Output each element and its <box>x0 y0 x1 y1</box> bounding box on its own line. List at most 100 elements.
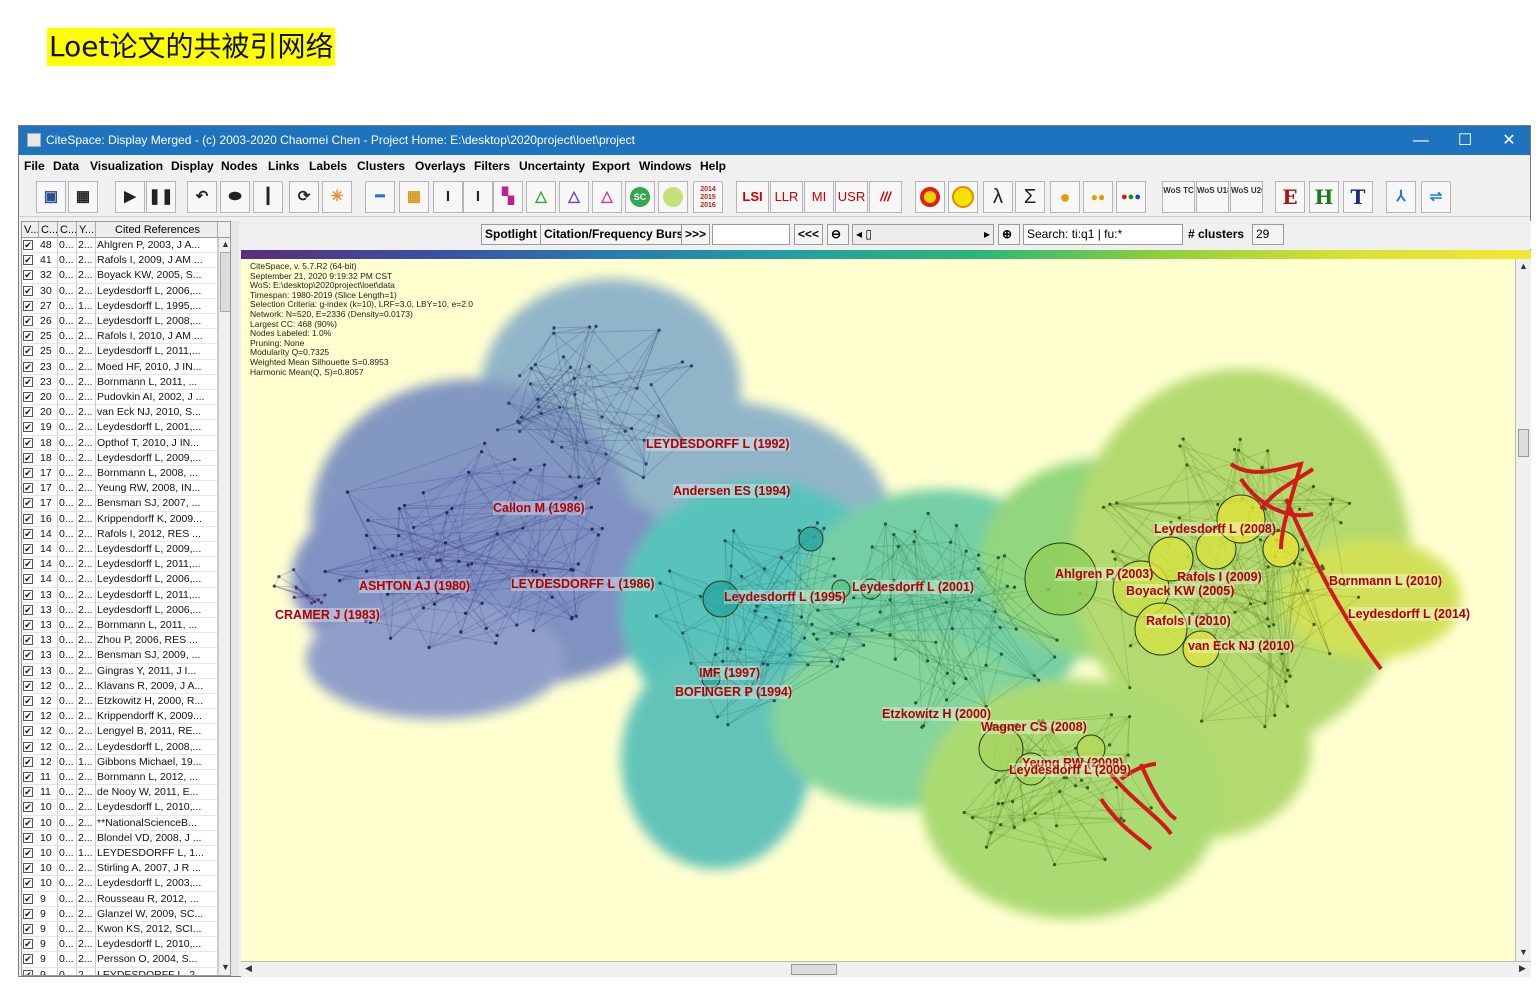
search-field[interactable]: Search: ti:q1 | fu:* <box>1023 224 1183 245</box>
row-checkbox[interactable]: ✔ <box>23 756 33 767</box>
row-checkbox[interactable]: ✔ <box>23 437 33 448</box>
citation-burst-button[interactable]: Citation/Frequency Burst <box>540 224 692 245</box>
table-row[interactable]: ✔ 16 0... 2... Krippendorff K, 2009... <box>22 511 218 527</box>
row-checkbox[interactable]: ✔ <box>23 863 33 874</box>
menu-clusters[interactable]: Clusters <box>357 155 405 177</box>
table-row[interactable]: ✔ 14 0... 2... Rafols I, 2012, RES ... <box>22 526 218 542</box>
row-checkbox[interactable]: ✔ <box>23 498 33 509</box>
panel-splitter[interactable] <box>231 221 239 976</box>
node-label[interactable]: Andersen ES (1994) <box>673 484 791 498</box>
row-checkbox[interactable]: ✔ <box>23 270 33 281</box>
row-checkbox[interactable]: ✔ <box>23 635 33 646</box>
table-row[interactable]: ✔ 10 0... 2... Leydesdorff L, 2010,... <box>22 800 218 816</box>
network-canvas[interactable]: CiteSpace, v. 5.7.R2 (64-bit) September 2… <box>241 259 1515 961</box>
table-row[interactable]: ✔ 9 0... 2... Kwon KS, 2012, SCI... <box>22 922 218 938</box>
node-label[interactable]: van Eck NJ (2010) <box>1188 639 1295 653</box>
row-checkbox[interactable]: ✔ <box>23 574 33 585</box>
table-row[interactable]: ✔ 20 0... 2... Pudovkin AI, 2002, J ... <box>22 390 218 406</box>
save-icon[interactable]: ▣ <box>36 181 66 213</box>
table-row[interactable]: ✔ 26 0... 2... Leydesdorff L, 2008,... <box>22 314 218 330</box>
i-beam-box-icon[interactable]: I <box>433 181 463 213</box>
close-button[interactable]: ✕ <box>1487 126 1531 155</box>
table-row[interactable]: ✔ 9 0... 2... Persson O, 2004, S... <box>22 952 218 968</box>
grid-icon[interactable]: ▦ <box>399 181 429 213</box>
table-row[interactable]: ✔ 14 0... 2... Leydesdorff L, 2011,... <box>22 557 218 573</box>
table-row[interactable]: ✔ 13 0... 2... Bensman SJ, 2009, ... <box>22 648 218 664</box>
node-label[interactable]: Leydesdorff L (2014) <box>1348 607 1471 621</box>
row-checkbox[interactable]: ✔ <box>23 878 33 889</box>
row-checkbox[interactable]: ✔ <box>23 407 33 418</box>
row-checkbox[interactable]: ✔ <box>23 696 33 706</box>
row-checkbox[interactable]: ✔ <box>23 969 33 975</box>
zoom-slider[interactable]: ◂ ▯ ▸ <box>852 224 994 245</box>
node-label[interactable]: Callon M (1986) <box>493 501 585 515</box>
canvas-vertical-scrollbar[interactable]: ▲ ▼ <box>1515 259 1531 961</box>
line-icon[interactable]: ━ <box>365 181 395 213</box>
row-checkbox[interactable]: ✔ <box>23 787 33 798</box>
lambda-icon[interactable]: λ <box>983 181 1013 213</box>
menu-overlays[interactable]: Overlays <box>415 155 466 177</box>
table-row[interactable]: ✔ 13 0... 2... Zhou P, 2006, RES ... <box>22 633 218 649</box>
filter-field[interactable] <box>712 224 790 245</box>
menu-filters[interactable]: Filters <box>474 155 510 177</box>
table-row[interactable]: ✔ 9 0... 2... Glanzel W, 2009, SC... <box>22 906 218 922</box>
h-button[interactable]: H <box>1309 181 1339 213</box>
magnifier-icon[interactable]: ● <box>1050 181 1080 213</box>
table-row[interactable]: ✔ 27 0... 1... Leydesdorff L, 1995,... <box>22 298 218 314</box>
node-label[interactable]: Bornmann L (2010) <box>1329 574 1442 588</box>
row-checkbox[interactable]: ✔ <box>23 468 33 478</box>
row-checkbox[interactable]: ✔ <box>23 316 33 326</box>
row-checkbox[interactable]: ✔ <box>23 544 33 554</box>
node-label[interactable]: LEYDESDORFF L (1986) <box>511 577 655 591</box>
wos-u180-button[interactable]: WoS U180 <box>1196 181 1229 213</box>
menu-display[interactable]: Display <box>171 155 214 177</box>
clusters-icon[interactable]: ▚ <box>493 181 523 213</box>
triangle-b-icon[interactable]: △ <box>559 181 589 213</box>
table-row[interactable]: ✔ 25 0... 2... Leydesdorff L, 2011,... <box>22 344 218 360</box>
usr-button[interactable]: USR <box>835 181 868 213</box>
table-row[interactable]: ✔ 17 0... 2... Bensman SJ, 2007, ... <box>22 496 218 512</box>
canvas-horizontal-scrollbar[interactable]: ◀ ▶ <box>241 961 1531 977</box>
table-row[interactable]: ✔ 23 0... 2... Moed HF, 2010, J IN... <box>22 359 218 375</box>
row-checkbox[interactable]: ✔ <box>23 832 33 843</box>
tree-icon[interactable]: ⅄ <box>1386 181 1416 213</box>
menu-help[interactable]: Help <box>700 155 726 177</box>
row-checkbox[interactable]: ✔ <box>23 483 33 494</box>
table-row[interactable]: ✔ 13 0... 2... Gingras Y, 2011, J I... <box>22 663 218 679</box>
row-checkbox[interactable]: ✔ <box>23 954 33 965</box>
table-row[interactable]: ✔ 13 0... 2... Leydesdorff L, 2011,... <box>22 587 218 603</box>
row-checkbox[interactable]: ✔ <box>23 939 33 950</box>
table-row[interactable]: ✔ 13 0... 2... Leydesdorff L, 2006,... <box>22 602 218 618</box>
t-button[interactable]: T <box>1343 181 1373 213</box>
row-checkbox[interactable]: ✔ <box>23 604 33 615</box>
row-checkbox[interactable]: ✔ <box>23 665 33 676</box>
row-checkbox[interactable]: ✔ <box>23 817 33 828</box>
next-button[interactable]: >>> <box>681 224 711 245</box>
clapper-icon[interactable]: ▦ <box>68 181 98 213</box>
menu-labels[interactable]: Labels <box>309 155 347 177</box>
table-row[interactable]: ✔ 48 0... 2... Ahlgren P, 2003, J A... <box>22 238 218 254</box>
table-row[interactable]: ✔ 10 0... 2... Leydesdorff L, 2003,... <box>22 876 218 892</box>
node-label[interactable]: CRAMER J (1983) <box>275 608 380 622</box>
wos-u2013-button[interactable]: WoS U2013 <box>1230 181 1263 213</box>
row-checkbox[interactable]: ✔ <box>23 422 33 433</box>
table-row[interactable]: ✔ 11 0... 2... Bornmann L, 2012, ... <box>22 770 218 786</box>
row-checkbox[interactable]: ✔ <box>23 908 33 919</box>
menu-nodes[interactable]: Nodes <box>221 155 258 177</box>
node-label[interactable]: IMF (1997) <box>699 666 761 680</box>
canvas-hscroll-thumb[interactable] <box>791 964 837 975</box>
table-row[interactable]: ✔ 12 0... 1... Gibbons Michael, 19... <box>22 754 218 770</box>
maximize-button[interactable]: ☐ <box>1443 126 1487 155</box>
refresh-icon[interactable]: ⟳ <box>289 181 319 213</box>
table-row[interactable]: ✔ 18 0... 2... Opthof T, 2010, J IN... <box>22 435 218 451</box>
row-checkbox[interactable]: ✔ <box>23 513 33 524</box>
hat-icon[interactable]: ⬬ <box>220 181 250 213</box>
row-checkbox[interactable]: ✔ <box>23 528 33 539</box>
row-checkbox[interactable]: ✔ <box>23 924 33 934</box>
table-row[interactable]: ✔ 9 0... 2... Rousseau R, 2012, ... <box>22 891 218 907</box>
node-label[interactable]: BOFINGER P (1994) <box>675 685 793 699</box>
e-button[interactable]: E <box>1275 181 1305 213</box>
table-row[interactable]: ✔ 14 0... 2... Leydesdorff L, 2009,... <box>22 542 218 558</box>
node-label[interactable]: Leydesdorff L (2001) <box>852 580 975 594</box>
node-label[interactable]: Rafols I (2009) <box>1177 570 1262 584</box>
